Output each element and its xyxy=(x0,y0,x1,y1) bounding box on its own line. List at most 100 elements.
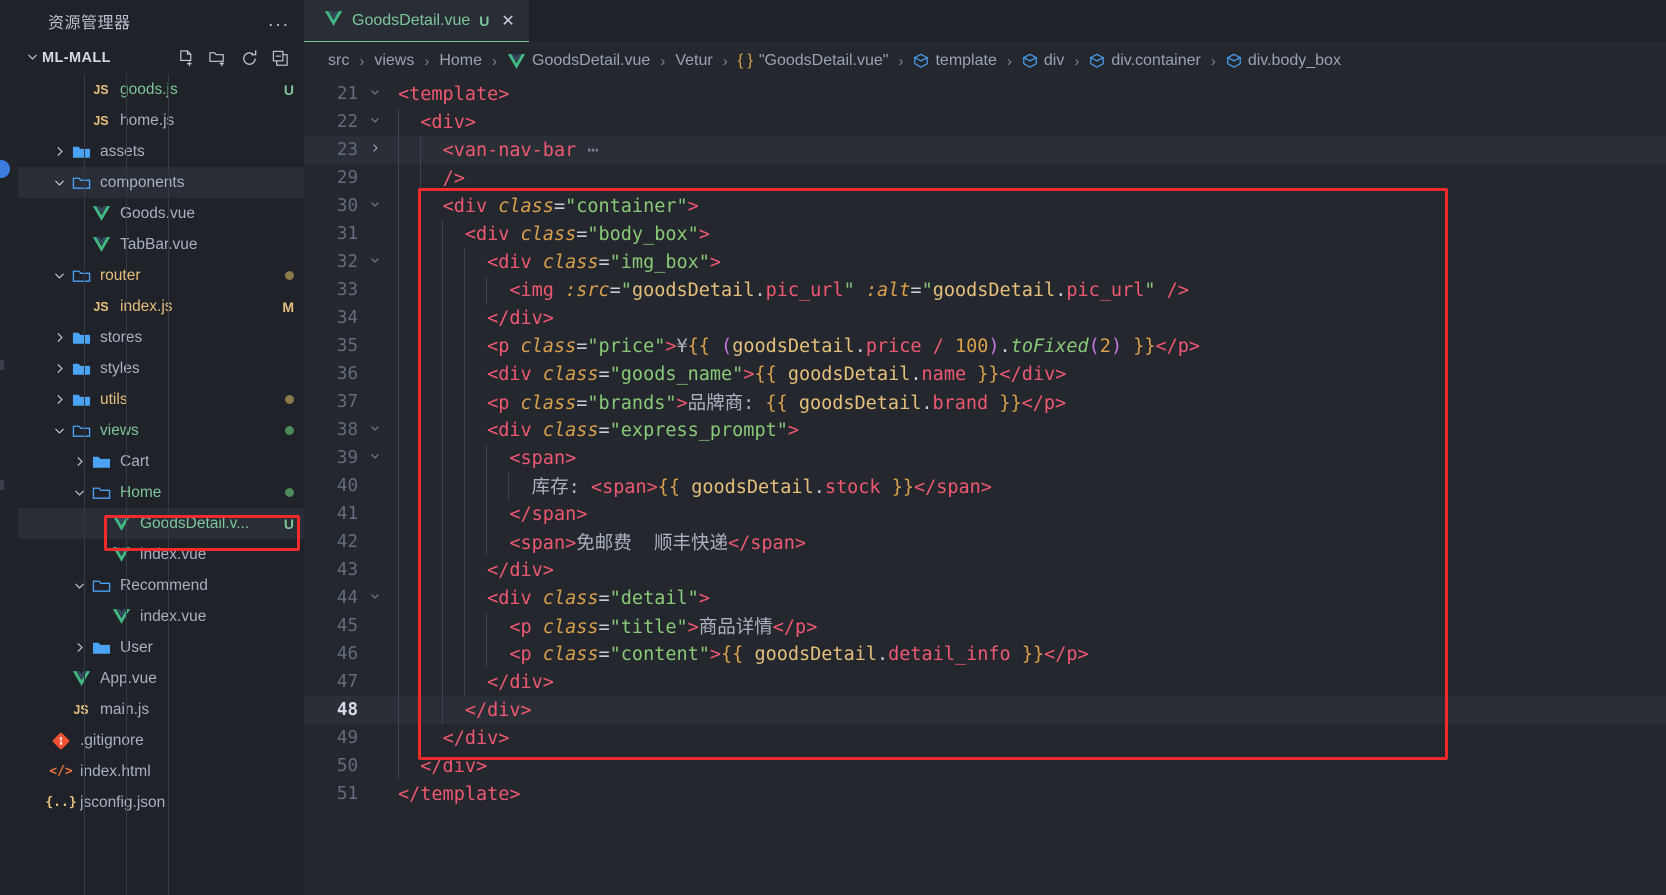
tree-item-goods-js[interactable]: JS goods.js U xyxy=(18,74,304,105)
tree-item-styles[interactable]: styles xyxy=(18,353,304,384)
chevron-right-icon[interactable] xyxy=(50,393,68,406)
breadcrumb-item-views[interactable]: views xyxy=(372,52,416,70)
tree-item-user[interactable]: User xyxy=(18,632,304,663)
chevron-right-icon[interactable] xyxy=(50,145,68,158)
tree-item-recommend[interactable]: Recommend xyxy=(18,570,304,601)
refresh-icon[interactable] xyxy=(240,49,259,68)
code-line-32[interactable]: 32 <div class="img_box"> xyxy=(304,248,1666,276)
breadcrumb-item-div.container[interactable]: div.container xyxy=(1087,52,1203,70)
chevron-down-icon[interactable] xyxy=(50,424,68,437)
tree-item-router[interactable]: router xyxy=(18,260,304,291)
fold-chevron-down-icon[interactable] xyxy=(362,422,388,438)
chevron-right-icon[interactable] xyxy=(70,455,88,468)
code-line-45[interactable]: 45 <p class="title">商品详情</p> xyxy=(304,612,1666,640)
breadcrumb[interactable]: src › views › Home › GoodsDetail.vue › Vetur › { }… xyxy=(304,42,1666,80)
code-indent-guide xyxy=(420,416,421,444)
tree-item-home-js[interactable]: JS home.js xyxy=(18,105,304,136)
close-icon[interactable]: ✕ xyxy=(498,11,514,31)
chevron-down-icon[interactable] xyxy=(26,50,39,67)
code-line-21[interactable]: 21 <template> xyxy=(304,80,1666,108)
tree-item-stores[interactable]: stores xyxy=(18,322,304,353)
code-line-50[interactable]: 50 </div> xyxy=(304,752,1666,780)
code-line-43[interactable]: 43 </div> xyxy=(304,556,1666,584)
fold-chevron-down-icon[interactable] xyxy=(362,450,388,466)
tree-item--gitignore[interactable]: .gitignore xyxy=(18,725,304,756)
collapse-all-icon[interactable] xyxy=(271,49,290,68)
code-line-38[interactable]: 38 <div class="express_prompt"> xyxy=(304,416,1666,444)
tree-item-utils[interactable]: utils xyxy=(18,384,304,415)
tree-item-index-vue[interactable]: index.vue xyxy=(18,601,304,632)
fold-chevron-right-icon[interactable] xyxy=(362,142,388,158)
breadcrumb-item-vetur[interactable]: Vetur xyxy=(673,52,714,70)
file-tree[interactable]: JS goods.js U JS home.js assets components Good… xyxy=(18,74,304,895)
tree-item-app-vue[interactable]: App.vue xyxy=(18,663,304,694)
line-number: 34 xyxy=(336,308,358,328)
code-editor[interactable]: 21 <template> 22 <div> 23 <van-nav-bar ⋯ 29 … xyxy=(304,80,1666,895)
tree-item-cart[interactable]: Cart xyxy=(18,446,304,477)
breadcrumb-separator: › xyxy=(660,52,666,70)
code-line-37[interactable]: 37 <p class="brands">品牌商: {{ goodsDetail… xyxy=(304,388,1666,416)
breadcrumb-item-src[interactable]: src xyxy=(326,52,351,70)
code-line-30[interactable]: 30 <div class="container"> xyxy=(304,192,1666,220)
tree-item-main-js[interactable]: JS main.js xyxy=(18,694,304,725)
breadcrumb-item-goodsdetail.vue[interactable]: GoodsDetail.vue xyxy=(505,52,652,70)
tree-item-tabbar-vue[interactable]: TabBar.vue xyxy=(18,229,304,260)
tree-item-assets[interactable]: assets xyxy=(18,136,304,167)
tree-item-index-vue[interactable]: index.vue xyxy=(18,539,304,570)
chevron-right-icon[interactable] xyxy=(50,362,68,375)
tree-item-index-js[interactable]: JS index.js M xyxy=(18,291,304,322)
code-line-49[interactable]: 49 </div> xyxy=(304,724,1666,752)
fold-chevron-down-icon[interactable] xyxy=(362,198,388,214)
code-token-tag: > xyxy=(698,223,710,245)
code-line-23[interactable]: 23 <van-nav-bar ⋯ xyxy=(304,136,1666,164)
code-line-51[interactable]: 51 </template> xyxy=(304,780,1666,808)
new-folder-icon[interactable] xyxy=(208,49,228,68)
code-line-48[interactable]: 48 </div> xyxy=(304,696,1666,724)
code-token-tag: </div> xyxy=(420,755,488,777)
code-line-34[interactable]: 34 </div> xyxy=(304,304,1666,332)
tree-item-goodsdetail-v-[interactable]: GoodsDetail.v... U xyxy=(18,508,304,539)
notification-badge[interactable] xyxy=(0,160,10,178)
code-line-39[interactable]: 39 <span> xyxy=(304,444,1666,472)
breadcrumb-item-div[interactable]: div xyxy=(1020,52,1066,70)
code-line-35[interactable]: 35 <p class="price">¥{{ (goodsDetail.pri… xyxy=(304,332,1666,360)
code-line-33[interactable]: 33 <img :src="goodsDetail.pic_url" :alt=… xyxy=(304,276,1666,304)
breadcrumb-item-home[interactable]: Home xyxy=(437,52,484,70)
tree-item-components[interactable]: components xyxy=(18,167,304,198)
code-line-42[interactable]: 42 <span>免邮费 顺丰快递</span> xyxy=(304,528,1666,556)
tree-item-views[interactable]: views xyxy=(18,415,304,446)
explorer-more-actions-icon[interactable]: ... xyxy=(268,11,290,30)
tree-item-jsconfig-json[interactable]: {..} jsconfig.json xyxy=(18,787,304,818)
code-indent-guide xyxy=(420,612,421,640)
code-line-36[interactable]: 36 <div class="goods_name">{{ goodsDetai… xyxy=(304,360,1666,388)
fold-chevron-down-icon[interactable] xyxy=(362,254,388,270)
chevron-down-icon[interactable] xyxy=(70,579,88,592)
code-line-47[interactable]: 47 </div> xyxy=(304,668,1666,696)
chevron-right-icon[interactable] xyxy=(50,331,68,344)
new-file-icon[interactable] xyxy=(177,49,196,68)
fold-chevron-down-icon[interactable] xyxy=(362,114,388,130)
breadcrumb-item-template[interactable]: template xyxy=(911,52,998,70)
workspace-root-row[interactable]: ML-MALL xyxy=(18,42,304,74)
tree-item-goods-vue[interactable]: Goods.vue xyxy=(18,198,304,229)
breadcrumb-item-div.body_box[interactable]: div.body_box xyxy=(1224,52,1343,70)
activity-bar[interactable] xyxy=(0,0,18,895)
code-line-31[interactable]: 31 <div class="body_box"> xyxy=(304,220,1666,248)
tree-item-index-html[interactable]: </> index.html xyxy=(18,756,304,787)
chevron-down-icon[interactable] xyxy=(50,176,68,189)
chevron-down-icon[interactable] xyxy=(70,486,88,499)
breadcrumb-item-goodsdetail.vue[interactable]: { } "GoodsDetail.vue" xyxy=(736,52,891,70)
code-line-22[interactable]: 22 <div> xyxy=(304,108,1666,136)
chevron-down-icon[interactable] xyxy=(50,269,68,282)
chevron-right-icon[interactable] xyxy=(70,641,88,654)
code-line-41[interactable]: 41 </span> xyxy=(304,500,1666,528)
tree-item-home[interactable]: Home xyxy=(18,477,304,508)
code-line-40[interactable]: 40 库存: <span>{{ goodsDetail.stock }}</sp… xyxy=(304,472,1666,500)
code-token-tag: <img xyxy=(509,279,566,301)
editor-tab-goodsdetail[interactable]: GoodsDetail.vue U ✕ xyxy=(304,0,529,42)
code-line-29[interactable]: 29 /> xyxy=(304,164,1666,192)
fold-chevron-down-icon[interactable] xyxy=(362,86,388,102)
code-line-44[interactable]: 44 <div class="detail"> xyxy=(304,584,1666,612)
code-line-46[interactable]: 46 <p class="content">{{ goodsDetail.det… xyxy=(304,640,1666,668)
fold-chevron-down-icon[interactable] xyxy=(362,590,388,606)
